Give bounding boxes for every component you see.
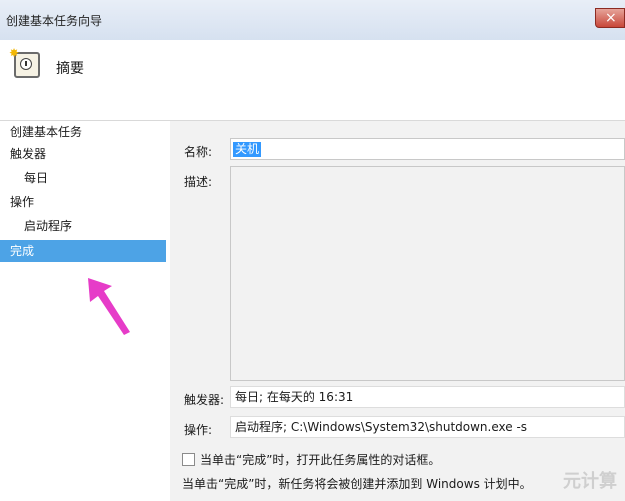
step-action[interactable]: 操作 [0, 191, 166, 213]
watermark: 元计算 [563, 471, 617, 492]
open-properties-checkbox-label: 当单击“完成”时，打开此任务属性的对话框。 [200, 453, 441, 467]
pink-arrow-annotation [88, 278, 130, 335]
name-value: 关机 [233, 142, 262, 157]
action-label: 操作: [184, 423, 213, 437]
wizard-header: ✸ 摘要 [0, 40, 625, 121]
finish-note: 当单击“完成”时，新任务将会被创建并添加到 Windows 计划中。 [182, 477, 532, 491]
window-title: 创建基本任务向导 [6, 14, 103, 28]
name-field[interactable]: 关机 [230, 138, 625, 160]
action-value: 启动程序; C:\Windows\System32\shutdown.exe -… [230, 416, 625, 438]
description-label: 描述: [184, 175, 213, 189]
title-bar: 创建基本任务向导 [0, 0, 625, 40]
trigger-value: 每日; 在每天的 16:31 [230, 386, 625, 408]
step-trigger[interactable]: 触发器 [0, 143, 166, 165]
step-start-program[interactable]: 启动程序 [0, 215, 166, 237]
close-button[interactable] [595, 8, 625, 28]
wizard-steps: 创建基本任务 触发器 每日 操作 启动程序 完成 [0, 121, 170, 501]
open-properties-checkbox[interactable] [182, 453, 195, 466]
step-daily[interactable]: 每日 [0, 167, 166, 189]
step-create-basic-task[interactable]: 创建基本任务 [0, 121, 166, 143]
summary-panel: 名称: 关机 描述: 触发器: 每日; 在每天的 16:31 操作: 启动程序;… [170, 121, 625, 501]
star-icon: ✸ [9, 46, 20, 60]
description-field[interactable] [230, 166, 625, 381]
page-title: 摘要 [56, 61, 84, 77]
step-finish[interactable]: 完成 [0, 240, 166, 262]
trigger-label: 触发器: [184, 393, 225, 407]
name-label: 名称: [184, 145, 213, 159]
